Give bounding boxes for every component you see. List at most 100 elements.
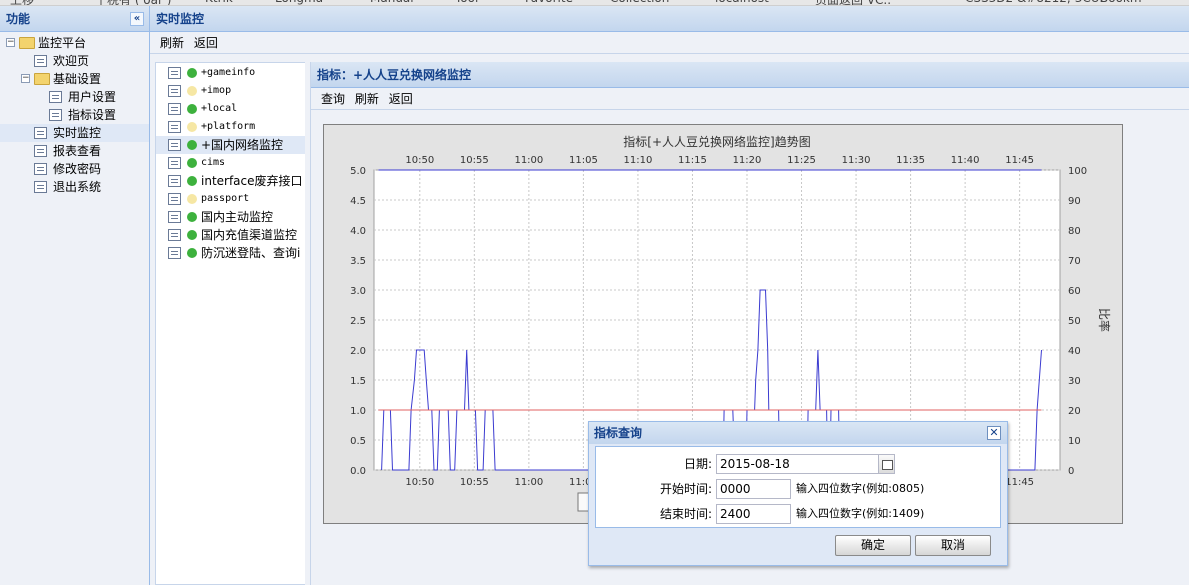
y-tick-label: 2.5 bbox=[350, 316, 366, 327]
metric-item-label: +gameinfo bbox=[201, 67, 256, 78]
query-button[interactable]: 查询 bbox=[321, 92, 345, 106]
page-icon bbox=[168, 67, 181, 79]
start-time-field[interactable] bbox=[716, 479, 791, 499]
nav-item[interactable]: 退出系统 bbox=[0, 178, 149, 196]
bookmark-item[interactable]: Favorite bbox=[525, 0, 573, 5]
nav-item-label: 修改密码 bbox=[53, 162, 102, 176]
detail-refresh-button[interactable]: 刷新 bbox=[355, 92, 379, 106]
nav-item-label: 欢迎页 bbox=[53, 54, 90, 68]
x-tick-label: 11:00 bbox=[514, 477, 543, 488]
page-icon bbox=[168, 211, 181, 223]
bookmark-item[interactable]: Longma bbox=[275, 0, 323, 5]
metric-item-label: +platform bbox=[201, 121, 256, 132]
bookmark-item[interactable]: Collection bbox=[610, 0, 669, 5]
page-icon bbox=[168, 85, 181, 97]
y-right-tick-label: 20 bbox=[1068, 406, 1081, 417]
status-dot-icon bbox=[187, 122, 197, 132]
y-right-tick-label: 30 bbox=[1068, 376, 1081, 387]
x-tick-label: 10:50 bbox=[405, 477, 434, 488]
metric-item[interactable]: +gameinfo bbox=[156, 64, 305, 82]
calendar-icon[interactable] bbox=[878, 454, 895, 474]
nav-tree: − 监控平台欢迎页 − 基础设置用户设置指标设置 实时监控报表查看修改密码退出系统 bbox=[0, 32, 149, 196]
end-time-label: 结束时间: bbox=[659, 507, 712, 521]
ok-button[interactable]: 确定 bbox=[835, 535, 911, 556]
y-tick-label: 0.0 bbox=[350, 466, 366, 477]
bookmark-item[interactable]: Tool bbox=[455, 0, 478, 5]
nav-item[interactable]: − 基础设置 bbox=[0, 70, 149, 88]
detail-back-button[interactable]: 返回 bbox=[389, 92, 413, 106]
x-tick-label-top: 10:55 bbox=[460, 155, 489, 166]
page-icon bbox=[34, 145, 47, 157]
metric-item[interactable]: +国内网络监控 bbox=[156, 136, 305, 154]
nav-item[interactable]: 报表查看 bbox=[0, 142, 149, 160]
y-right-tick-label: 90 bbox=[1068, 196, 1081, 207]
metric-item[interactable]: passport bbox=[156, 190, 305, 208]
y-right-tick-label: 0 bbox=[1068, 466, 1074, 477]
y-right-tick-label: 70 bbox=[1068, 256, 1081, 267]
metric-item-label: 国内主动监控 bbox=[201, 210, 274, 224]
nav-item[interactable]: 用户设置 bbox=[0, 88, 149, 106]
metric-list: +gameinfo +imop +local +platform +国内网络监控 cims… bbox=[155, 62, 305, 585]
bookmark-item[interactable]: Ktrlk bbox=[205, 0, 233, 5]
y-right-tick-label: 10 bbox=[1068, 436, 1081, 447]
folder-icon bbox=[19, 37, 35, 49]
nav-item[interactable]: − 监控平台 bbox=[0, 34, 149, 52]
chart-title: 指标[+人人豆兑换网络监控]趋势图 bbox=[623, 134, 810, 149]
metric-item[interactable]: +imop bbox=[156, 82, 305, 100]
status-dot-icon bbox=[187, 140, 197, 150]
refresh-button[interactable]: 刷新 bbox=[160, 36, 184, 50]
y-tick-label: 3.5 bbox=[350, 256, 366, 267]
nav-item[interactable]: 修改密码 bbox=[0, 160, 149, 178]
metric-detail-title: 指标：+人人豆兑换网络监控 bbox=[317, 68, 472, 82]
nav-item[interactable]: 欢迎页 bbox=[0, 52, 149, 70]
page-icon bbox=[49, 109, 62, 121]
collapse-panel-button[interactable]: « bbox=[130, 12, 144, 26]
y-tick-label: 1.0 bbox=[350, 406, 366, 417]
x-tick-label-top: 11:25 bbox=[787, 155, 816, 166]
metric-detail-header: 指标：+人人豆兑换网络监控 bbox=[311, 62, 1189, 88]
metric-item[interactable]: 国内充值渠道监控 bbox=[156, 226, 305, 244]
metric-item-label: +国内网络监控 bbox=[201, 138, 284, 152]
bookmark-item[interactable]: Manual bbox=[370, 0, 414, 5]
end-time-field[interactable] bbox=[716, 504, 791, 524]
start-time-label: 开始时间: bbox=[659, 482, 712, 496]
bookmark-item[interactable]: localhost bbox=[715, 0, 769, 5]
page-icon bbox=[34, 55, 47, 67]
y-right-tick-label: 50 bbox=[1068, 316, 1081, 327]
metric-item[interactable]: +local bbox=[156, 100, 305, 118]
collapse-toggle-icon[interactable]: − bbox=[6, 38, 15, 47]
nav-item[interactable]: 指标设置 bbox=[0, 106, 149, 124]
nav-item-label: 用户设置 bbox=[68, 90, 117, 104]
x-tick-label-top: 11:40 bbox=[951, 155, 980, 166]
metric-item[interactable]: 国内主动监控 bbox=[156, 208, 305, 226]
bookmark-item[interactable]: CSS3D2 &#8212; 3CUI bbox=[965, 0, 1103, 5]
metric-item-label: passport bbox=[201, 193, 250, 204]
status-dot-icon bbox=[187, 194, 197, 204]
date-label: 日期: bbox=[683, 457, 712, 471]
nav-item-label: 监控平台 bbox=[38, 36, 87, 50]
nav-item-label: 报表查看 bbox=[53, 144, 102, 158]
y-tick-label: 5.0 bbox=[350, 166, 366, 177]
metric-item[interactable]: cims bbox=[156, 154, 305, 172]
y-tick-label: 4.0 bbox=[350, 226, 366, 237]
back-button[interactable]: 返回 bbox=[194, 36, 218, 50]
nav-item-label: 退出系统 bbox=[53, 180, 102, 194]
status-dot-icon bbox=[187, 248, 197, 258]
page-icon bbox=[34, 163, 47, 175]
metric-item[interactable]: +platform bbox=[156, 118, 305, 136]
bookmark-item[interactable]: Bookm bbox=[1100, 0, 1142, 5]
page-icon bbox=[168, 139, 181, 151]
nav-panel: 功能 « − 监控平台 欢迎页 − 基础设置 用户设置 指标设置 实时监控 报表查看 修改密码 退出… bbox=[0, 6, 150, 585]
main-panel-header: 实时监控 bbox=[150, 6, 1189, 32]
metric-item[interactable]: interface废弃接口 bbox=[156, 172, 305, 190]
close-icon[interactable]: ✕ bbox=[987, 426, 1001, 440]
status-dot-icon bbox=[187, 68, 197, 78]
cancel-button[interactable]: 取消 bbox=[915, 535, 991, 556]
y-right-tick-label: 100 bbox=[1068, 166, 1087, 177]
page-icon bbox=[168, 121, 181, 133]
metric-item[interactable]: 防沉迷登陆、查询i bbox=[156, 244, 305, 262]
nav-item[interactable]: 实时监控 bbox=[0, 124, 149, 142]
collapse-toggle-icon[interactable]: − bbox=[21, 74, 30, 83]
date-field[interactable] bbox=[716, 454, 879, 474]
y-right-axis-label: 比率 bbox=[1097, 308, 1112, 332]
